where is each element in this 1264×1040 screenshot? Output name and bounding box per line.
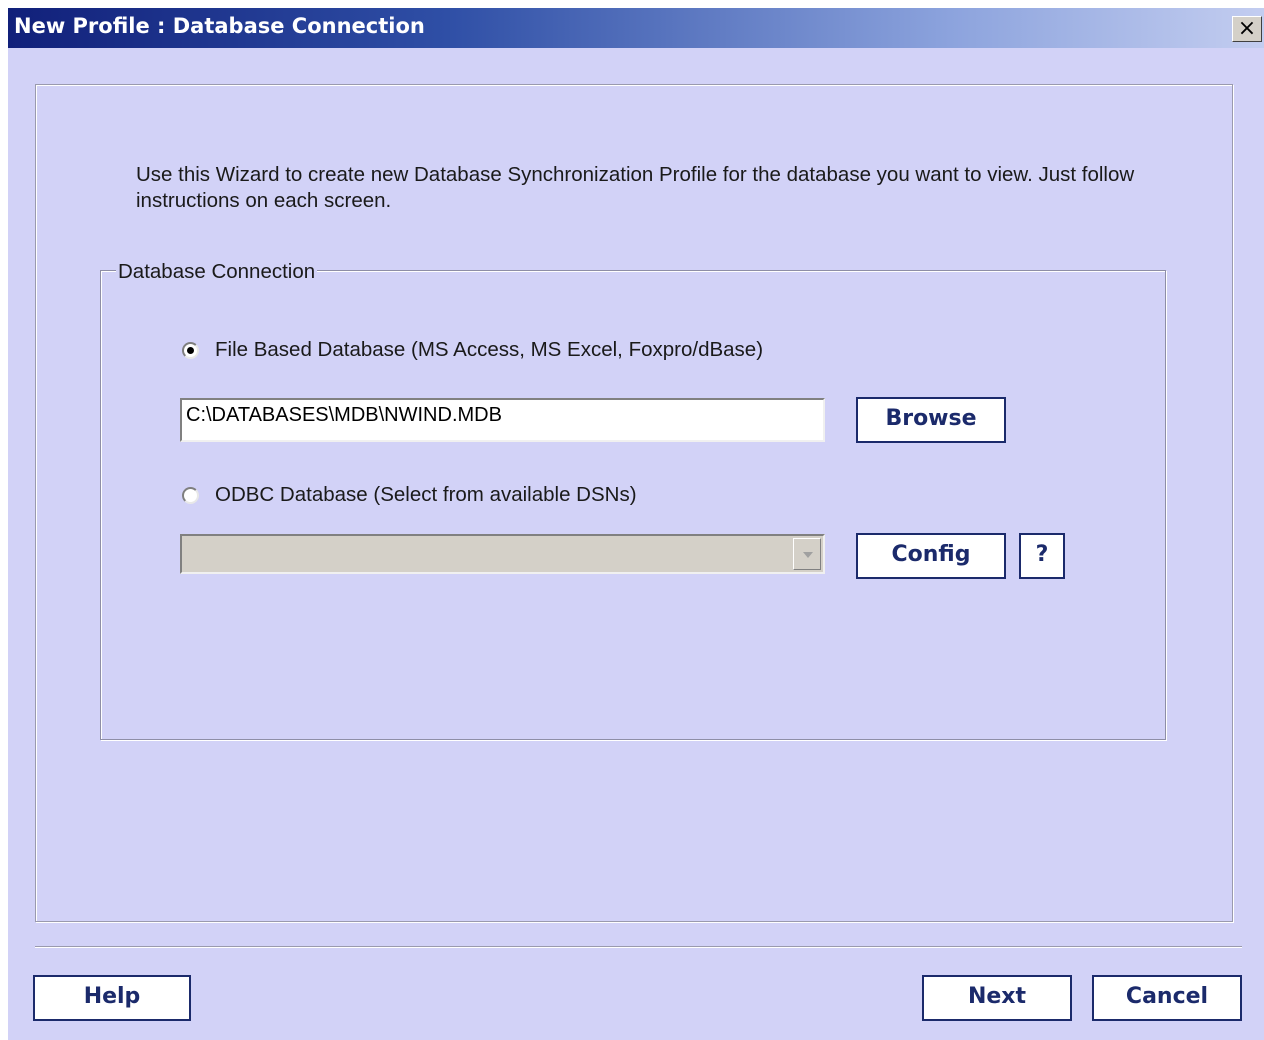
close-button[interactable]: × xyxy=(1232,16,1262,42)
footer-separator xyxy=(35,946,1242,948)
file-based-label[interactable]: File Based Database (MS Access, MS Excel… xyxy=(215,338,763,362)
cancel-label: Cancel xyxy=(1125,984,1209,1009)
browse-button[interactable]: Browse xyxy=(856,397,1006,443)
dropdown-button[interactable] xyxy=(793,538,821,570)
dialog-window: New Profile : Database Connection × Use … xyxy=(8,8,1264,1040)
help-label: Help xyxy=(83,984,141,1009)
dsn-dropdown[interactable] xyxy=(180,534,825,574)
close-icon: × xyxy=(1237,16,1257,41)
file-based-radio[interactable] xyxy=(182,342,199,359)
radio-selected-dot xyxy=(187,347,194,354)
dsn-help-button[interactable]: ? xyxy=(1019,533,1065,579)
browse-label: Browse xyxy=(885,406,977,431)
database-path-input[interactable]: C:\DATABASES\MDB\NWIND.MDB xyxy=(180,398,825,442)
question-icon: ? xyxy=(1035,542,1049,567)
config-label: Config xyxy=(891,542,971,567)
intro-text: Use this Wizard to create new Database S… xyxy=(136,163,1135,212)
config-button[interactable]: Config xyxy=(856,533,1006,579)
chevron-down-icon xyxy=(803,552,813,558)
window-title: New Profile : Database Connection xyxy=(14,14,425,38)
cancel-button[interactable]: Cancel xyxy=(1092,975,1242,1021)
odbc-label[interactable]: ODBC Database (Select from available DSN… xyxy=(215,483,637,507)
group-legend: Database Connection xyxy=(116,260,318,284)
next-button[interactable]: Next xyxy=(922,975,1072,1021)
next-label: Next xyxy=(967,984,1027,1009)
title-bar[interactable]: New Profile : Database Connection × xyxy=(8,8,1264,48)
help-button[interactable]: Help xyxy=(33,975,191,1021)
odbc-radio[interactable] xyxy=(182,487,199,504)
